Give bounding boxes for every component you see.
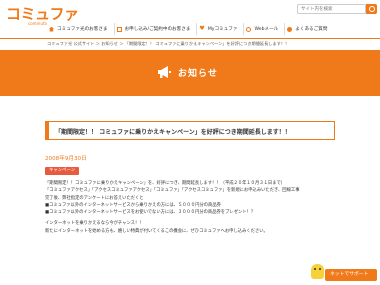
- breadcrumb[interactable]: コミュファ光 公式サイト ＞ お知らせ ＞ 「期間限定！！ コミュファに乗りかえ…: [47, 41, 289, 47]
- body-paragraph: 「期間限定！！コミュファに乗りかえキャンペーン」を、好評につき、期間延長します！…: [45, 181, 286, 186]
- body-paragraph: 完了後、弊社指定のアンケートにお答えいただくと: [45, 195, 144, 201]
- nav-item-label: コミュファ光のお客さま: [57, 27, 108, 32]
- notice-body: 「期間限定！！コミュファに乗りかえキャンペーン」を、好評につき、期間延長します！…: [45, 180, 335, 235]
- nav-item-label: Myコミュファ: [207, 27, 238, 32]
- nav-item-label: お申し込み/ご契約中のお客さま: [124, 27, 191, 32]
- page-title: お知らせ: [178, 69, 218, 79]
- nav-item-label: よくあるご質問: [295, 27, 328, 32]
- logo-subtext: commufa: [28, 21, 47, 26]
- net-support-button[interactable]: ネットでサポート: [325, 269, 377, 281]
- body-paragraph: ■コミュファ以外のインターネットサービスから乗りかえの方には、５０００円分の商品…: [45, 202, 221, 208]
- search-button[interactable]: [366, 4, 377, 14]
- category-tag: キャンペーン: [45, 167, 80, 175]
- globe-icon: [246, 26, 252, 32]
- mascot-icon[interactable]: [311, 264, 324, 279]
- nav-item-faq[interactable]: よくあるご質問: [285, 23, 333, 35]
- header-divider: [0, 38, 380, 39]
- megaphone-icon: [158, 66, 171, 78]
- body-paragraph: ■コミュファ以外のインターネットサービスをお使いでない方には、３０００円分の商品…: [45, 210, 256, 216]
- body-paragraph: 「コミュファアクセス」「アクセスコミュファアクセス」「コミュファ」「アクセスコミ…: [45, 188, 300, 194]
- page-banner: お知らせ: [0, 50, 380, 96]
- search-input[interactable]: [297, 4, 366, 14]
- nav-item-customers[interactable]: コミュファ光のお客さま: [47, 23, 115, 35]
- home-icon: [49, 26, 54, 32]
- global-nav: コミュファ光のお客さま お申し込み/ご契約中のお客さま ♥ Myコミュファ We…: [47, 23, 333, 35]
- notice-heading: 「期間限定！！ コミュファに乗りかえキャンペーン」を好評につき期間延長します！！: [45, 121, 335, 140]
- site-header: コミュファ commufa コミュファ光のお客さま お申し込み/ご契約中のお客さ…: [0, 0, 380, 39]
- nav-item-label: Webメール: [254, 27, 279, 32]
- document-icon: [116, 26, 122, 32]
- nav-item-apply[interactable]: お申し込み/ご契約中のお客さま: [115, 23, 198, 35]
- body-paragraph: インターネットを乗りかえるなら今がチャンス！！: [45, 221, 144, 227]
- nav-item-webmail[interactable]: Webメール: [244, 23, 286, 35]
- heart-icon: ♥: [199, 25, 205, 32]
- nav-item-my-commufa[interactable]: ♥ Myコミュファ: [197, 23, 245, 35]
- body-paragraph: 新たにインターネットを始める方も、嬉しい特典が付いてくるこの機会に、ぜひコミュフ…: [45, 228, 268, 234]
- question-icon: [287, 26, 293, 32]
- notice-date: 2008年9月30日: [45, 156, 87, 162]
